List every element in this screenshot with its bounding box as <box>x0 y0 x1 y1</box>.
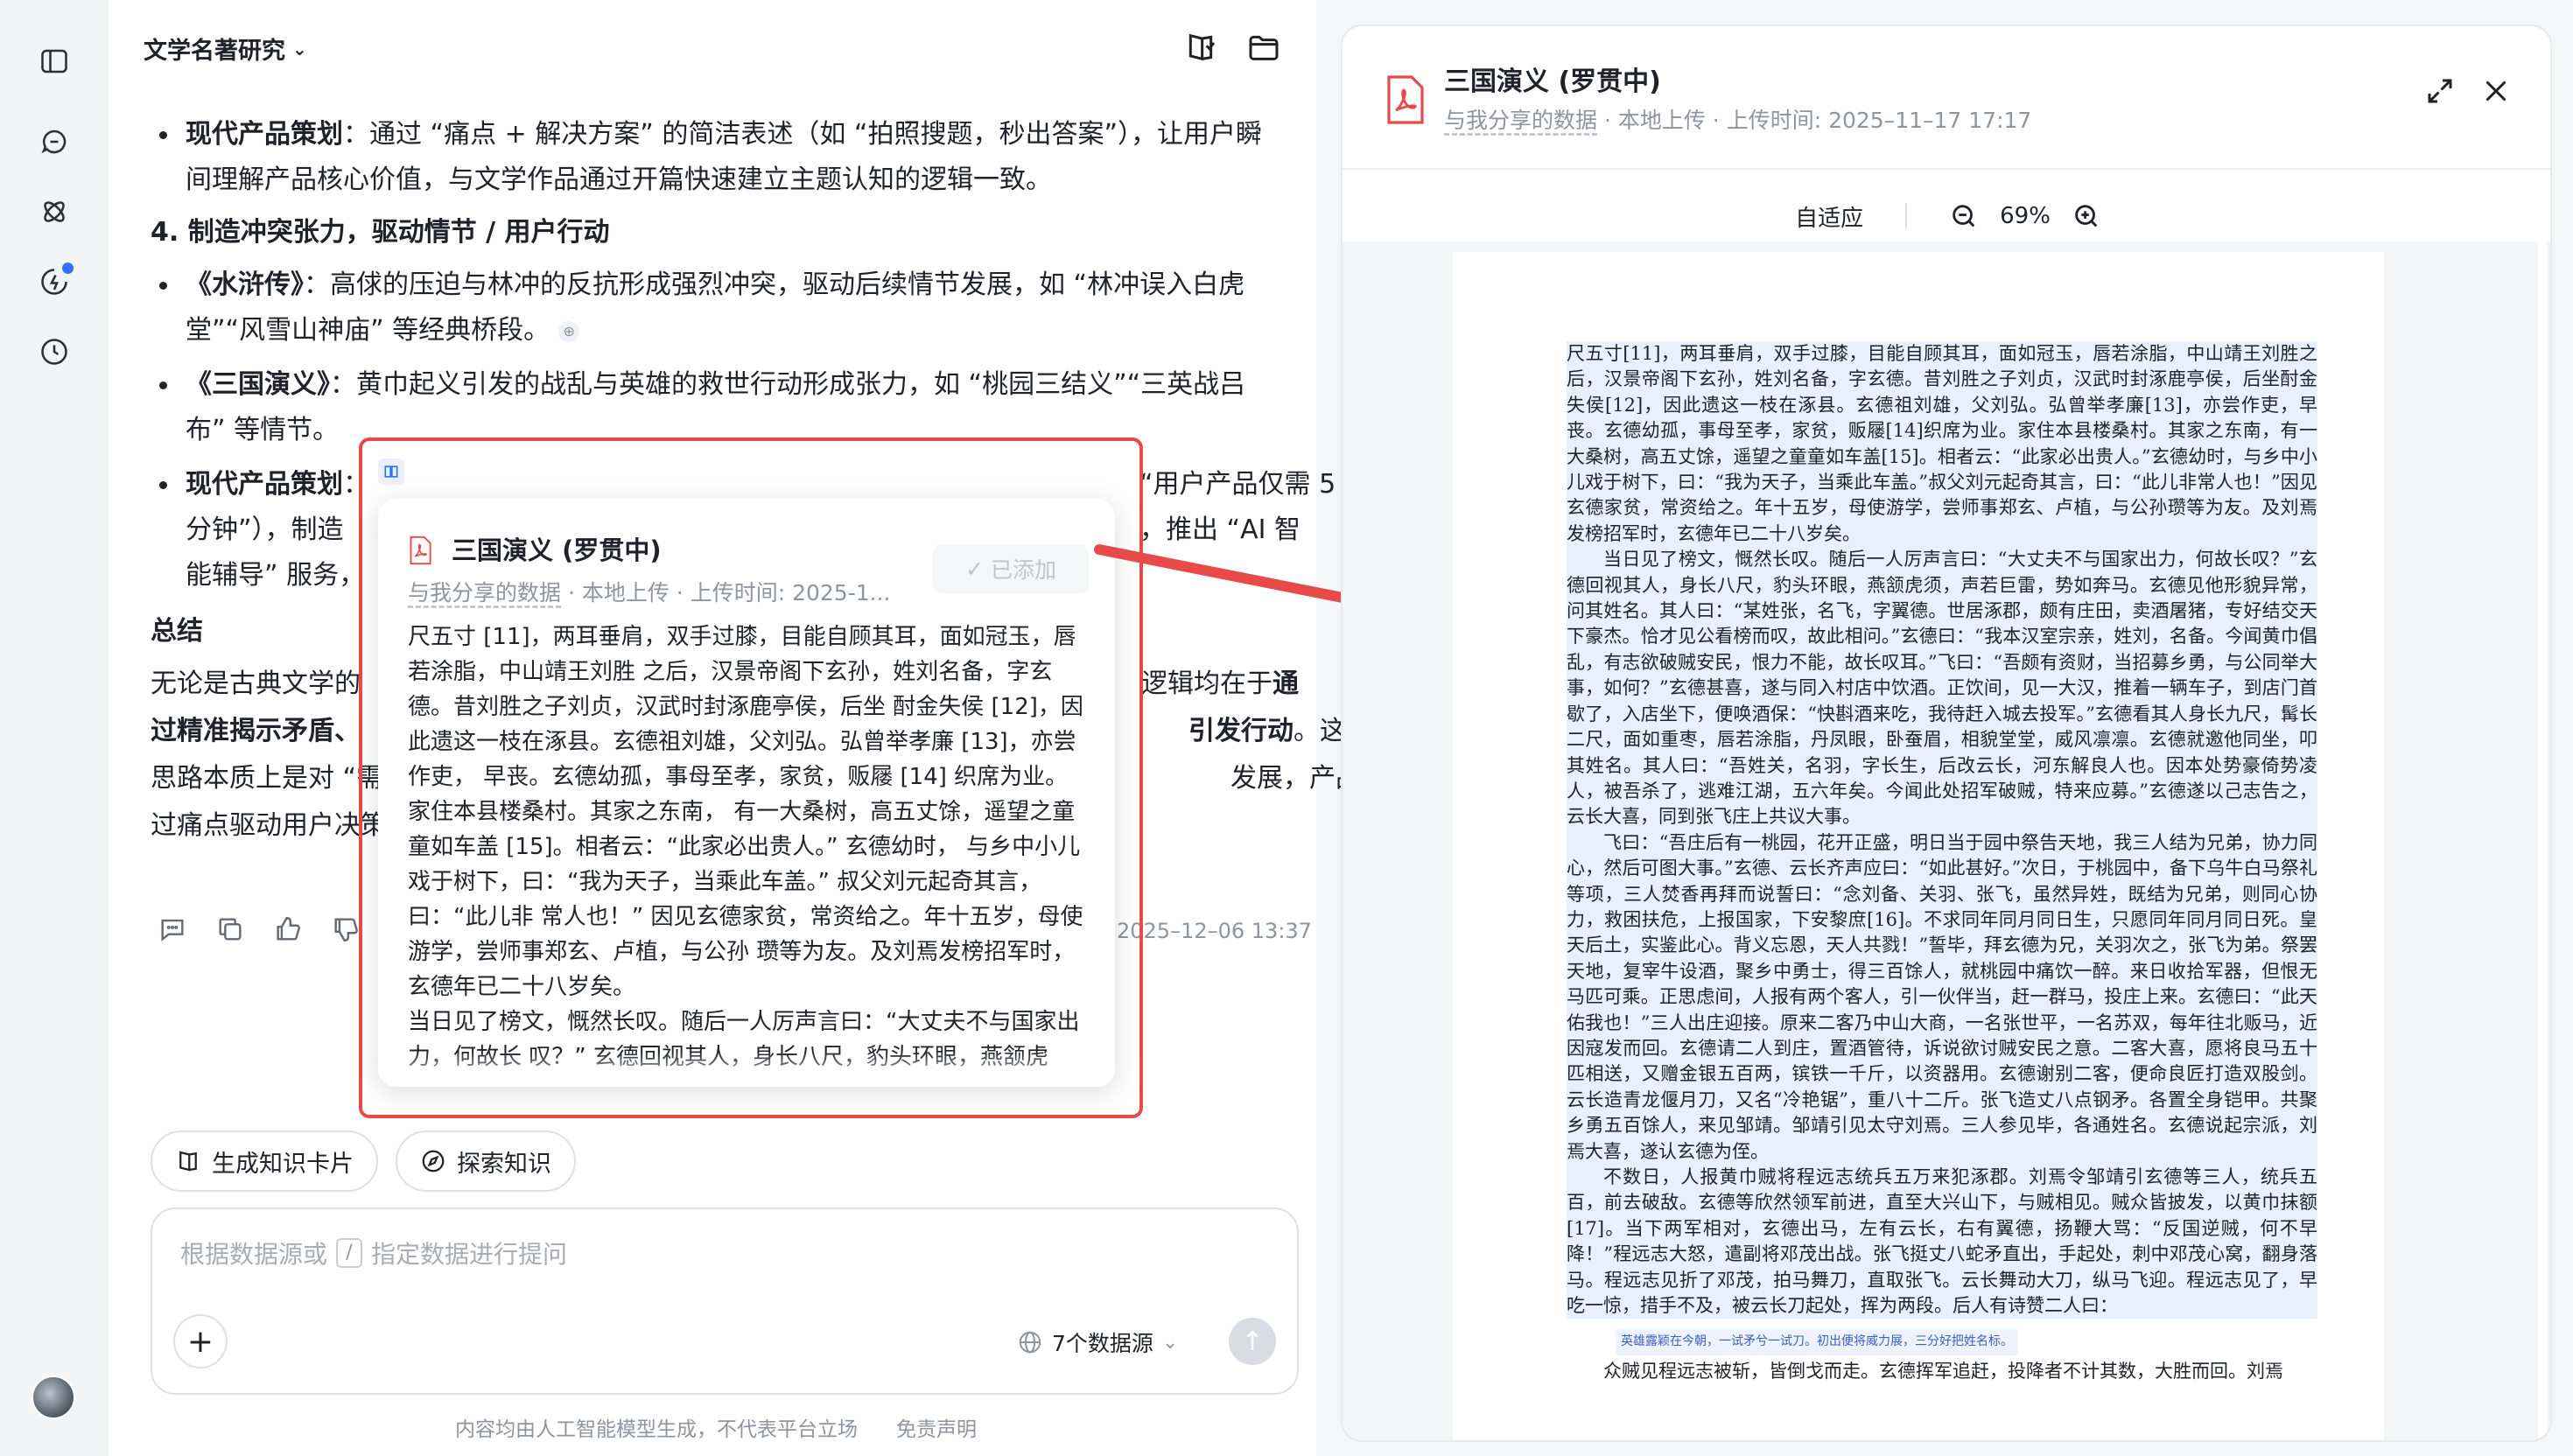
zoom-out-icon[interactable] <box>1949 201 1979 231</box>
page-paragraph: 尺五寸[11]，两耳垂肩，双手过膝，目能自顾其耳，面如冠玉，唇若涂脂，中山靖王刘… <box>1567 341 2317 548</box>
chevron-down-icon: ⌄ <box>292 38 307 60</box>
knowledge-card-icon[interactable] <box>1183 30 1218 65</box>
divider <box>1343 168 2550 170</box>
page-poem: 英雄露颖在今朝，一试矛兮一试刀。初出便将威力展，三分好把姓名标。 <box>1616 1329 2018 1355</box>
footer-disclaimer: 内容均由人工智能模型生成，不代表平台立场 免责声明 <box>455 1412 977 1442</box>
list-item: 现代产品策划：通过 “痛点 + 解决方案” 的简洁表述（如 “拍照搜题，秒出答案… <box>151 112 1271 203</box>
bullet-text-fragment: 能辅导” 服务， <box>186 560 366 591</box>
data-source-count: 7个数据源 <box>1052 1331 1153 1356</box>
conversation-title[interactable]: 文学名著研究 ⌄ <box>144 32 307 66</box>
avatar[interactable] <box>32 1376 75 1419</box>
sidebar-toggle-icon[interactable] <box>33 40 75 82</box>
input-placeholder: 根据数据源或 / 指定数据进行提问 <box>180 1236 567 1270</box>
bullet-text: ：通过 “痛点 + 解决方案” 的简洁表述（如 “拍照搜题，秒出答案”），让用户… <box>186 119 1262 195</box>
summary-text: 无论是古典文学的 <box>151 668 361 699</box>
document-title: 三国演义 (罗贯中) <box>1444 66 1661 97</box>
comment-icon[interactable] <box>158 914 187 944</box>
add-attachment-button[interactable]: + <box>173 1314 228 1368</box>
fit-to-width-button[interactable]: 自适应 <box>1795 200 1863 233</box>
summary-text: 通 <box>1272 668 1299 699</box>
pdf-icon <box>1387 75 1424 124</box>
bullet-heading: 现代产品策划 <box>186 469 343 500</box>
bullet-text-fragment: “用户产品仅需 5 <box>1139 469 1336 500</box>
zoom-level: 69% <box>2000 203 2051 229</box>
button-label: 生成知识卡片 <box>212 1150 354 1178</box>
explore-knowledge-button[interactable]: 探索知识 <box>396 1130 576 1192</box>
message-timestamp: 2025–12–06 13:37 <box>1117 919 1312 943</box>
bullet-text: ：黄巾起义引发的战乱与英雄的救世行动形成张力，如 “桃园三结义”“三英战吕布” … <box>186 369 1246 445</box>
document-meta-text: · 本地上传 · 上传时间: 2025–11–17 17:17 <box>1597 108 2032 133</box>
send-button[interactable]: ↑ <box>1229 1318 1276 1365</box>
message-actions <box>158 914 361 944</box>
summary-text: 过痛点驱动用户决策 <box>151 810 387 841</box>
document-meta: 与我分享的数据 · 本地上传 · 上传时间: 2025–11–17 17:17 <box>1444 103 2031 135</box>
conversation-title-text: 文学名著研究 <box>144 38 285 65</box>
chat-icon[interactable] <box>33 121 75 163</box>
placeholder-text: 指定数据进行提问 <box>371 1240 568 1269</box>
bullet-heading: 《三国演义》 <box>186 369 330 400</box>
message-input[interactable]: 根据数据源或 / 指定数据进行提问 + 7个数据源 ⌄ ↑ <box>151 1208 1299 1395</box>
copy-icon[interactable] <box>215 914 245 944</box>
document-canvas[interactable]: 尺五寸[11]，两耳垂肩，双手过膝，目能自顾其耳，面如冠玉，唇若涂脂，中山靖王刘… <box>1343 242 2550 1440</box>
left-rail <box>0 0 109 1456</box>
bullet-text-fragment: 分钟”），制造 <box>186 514 344 545</box>
document-page: 尺五寸[11]，两耳垂肩，双手过膝，目能自顾其耳，面如冠玉，唇若涂脂，中山靖王刘… <box>1453 252 2384 1440</box>
section-heading: 4. 制造冲突张力，驱动情节 / 用户行动 <box>151 217 610 248</box>
arrow-up-icon: ↑ <box>1241 1326 1264 1357</box>
list-item: 《水浒传》：高俅的压迫与林冲的反抗形成强烈冲突，驱动后续情节发展，如 “林冲误入… <box>151 262 1271 354</box>
scrollbar[interactable] <box>2538 242 2547 1440</box>
bullet-heading: 《水浒传》 <box>186 270 304 300</box>
header-actions <box>1183 30 1281 65</box>
thumbs-up-icon[interactable] <box>273 914 303 944</box>
citation-icon[interactable]: ⊕ <box>558 320 580 342</box>
bullet-heading: 现代产品策划 <box>186 119 343 150</box>
page-paragraph: 当日见了榜文，慨然长叹。随后一人厉声言曰：“大丈夫不与国家出力，何故长叹？”玄德… <box>1567 547 2317 830</box>
thumbs-down-icon[interactable] <box>331 914 361 944</box>
notification-dot <box>62 262 74 274</box>
spark-icon[interactable] <box>33 261 75 303</box>
annotation-highlight-box <box>359 438 1143 1118</box>
knowledge-card-icon <box>179 1151 197 1172</box>
close-icon[interactable] <box>2480 75 2512 107</box>
compass-icon <box>422 1150 445 1172</box>
globe-icon <box>1019 1331 1041 1354</box>
page-paragraph: 众贼见程远志被斩，皆倒戈而走。玄德挥军追赶，投降者不计其数，大胜而回。刘焉 <box>1603 1360 2283 1382</box>
divider <box>1905 203 1908 229</box>
disclaimer-link[interactable]: 免责声明 <box>896 1412 977 1442</box>
bullet-text: ：高俅的压迫与林冲的反抗形成强烈冲突，驱动后续情节发展，如 “林冲误入白虎堂”“… <box>186 270 1245 346</box>
document-viewer: 三国演义 (罗贯中) 与我分享的数据 · 本地上传 · 上传时间: 2025–1… <box>1341 24 2552 1442</box>
page-content: 尺五寸[11]，两耳垂肩，双手过膝，目能自顾其耳，面如冠玉，唇若涂脂，中山靖王刘… <box>1567 341 2317 1384</box>
data-source-selector[interactable]: 7个数据源 ⌄ <box>1017 1326 1178 1358</box>
summary-text: 思路本质上是对 “需 <box>151 763 383 794</box>
shared-data-link[interactable]: 与我分享的数据 <box>1444 108 1597 133</box>
expand-icon[interactable] <box>2424 75 2456 107</box>
folder-icon[interactable] <box>1246 30 1281 65</box>
plus-icon: + <box>186 1323 214 1360</box>
explore-icon[interactable] <box>33 191 75 233</box>
slash-key: / <box>336 1238 363 1268</box>
generate-knowledge-card-button[interactable]: 生成知识卡片 <box>151 1130 378 1192</box>
summary-text: 引发行动 <box>1188 716 1294 746</box>
placeholder-text: 根据数据源或 <box>180 1240 328 1269</box>
page-paragraph: 飞曰：“吾庄后有一桃园，花开正盛，明日当于园中祭告天地，我三人结为兄弟，协力同心… <box>1567 830 2317 1165</box>
disclaimer-text: 内容均由人工智能模型生成，不代表平台立场 <box>455 1418 858 1441</box>
summary-text: 过精准揭示矛盾、 <box>151 716 361 746</box>
chevron-down-icon: ⌄ <box>1161 1331 1179 1354</box>
history-icon[interactable] <box>33 331 75 373</box>
page-paragraph: 不数日，人报黄巾贼将程远志统兵五万来犯涿郡。刘焉令邹靖引玄德等三人，统兵五百，前… <box>1567 1165 2317 1320</box>
button-label: 探索知识 <box>457 1150 551 1178</box>
zoom-in-icon[interactable] <box>2072 201 2101 231</box>
summary-text: 逻辑均在于 <box>1141 668 1272 699</box>
